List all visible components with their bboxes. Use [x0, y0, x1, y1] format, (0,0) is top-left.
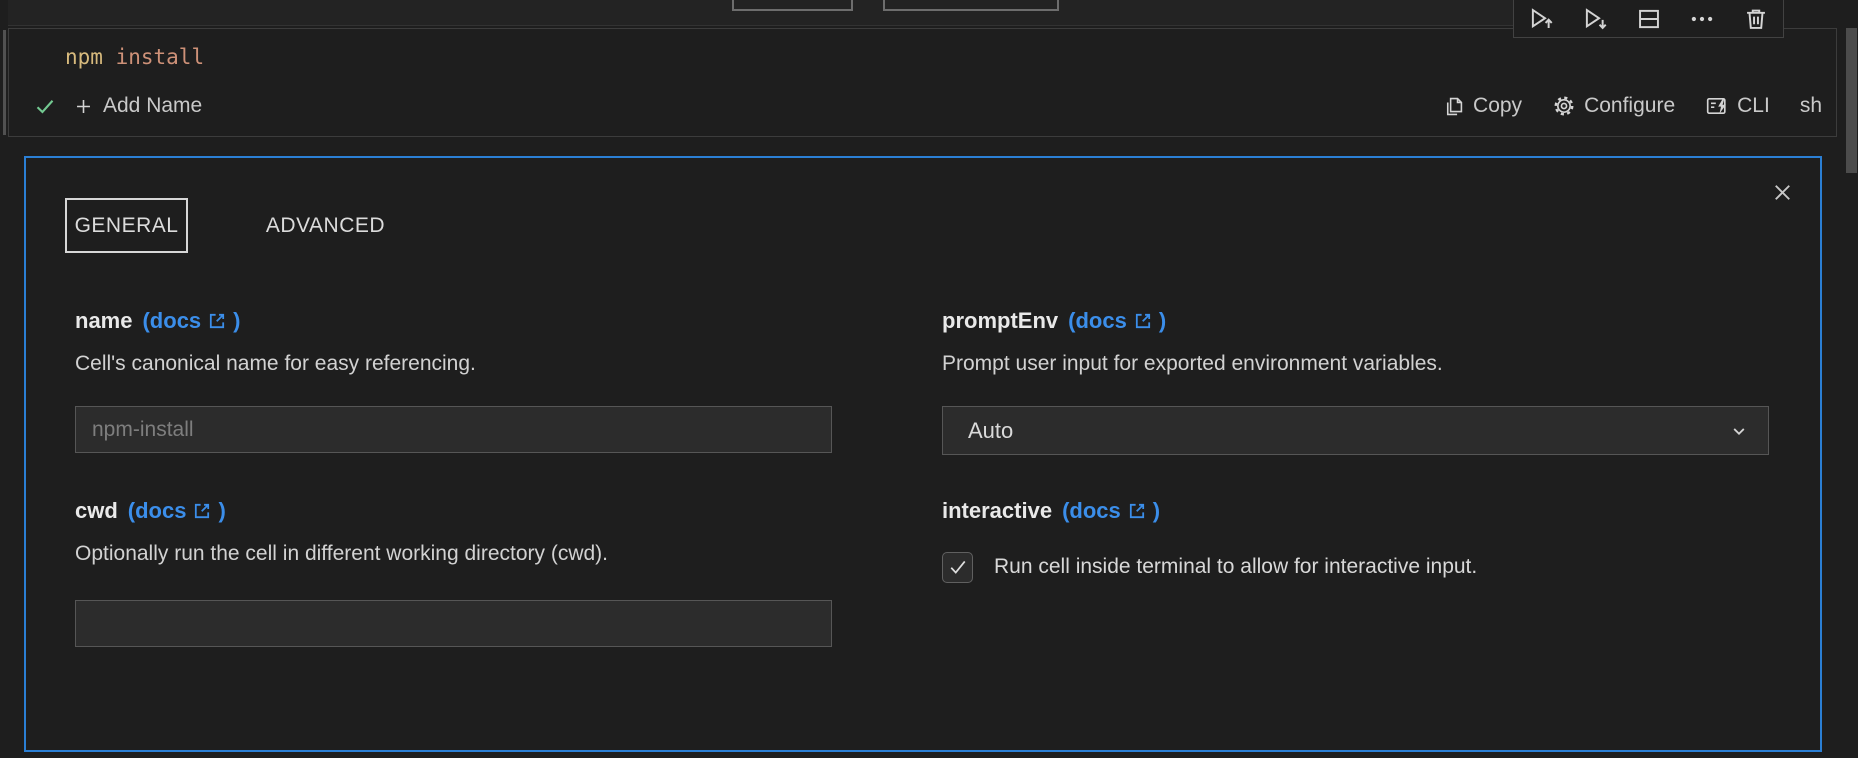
docs-link[interactable]: (docs )	[142, 308, 240, 334]
more-actions-icon	[1689, 6, 1715, 32]
run-below-icon	[1582, 6, 1608, 32]
plus-icon	[72, 95, 95, 118]
notebook-cell: npm install Add Name Copy	[8, 28, 1837, 137]
cell-focus-bar	[3, 30, 6, 135]
code-token: install	[103, 45, 204, 69]
language-label: sh	[1800, 94, 1822, 118]
field-label-cwd: cwd (docs )	[75, 498, 226, 524]
field-label-promptenv: promptEnv (docs )	[942, 308, 1166, 334]
previous-cell-strip	[8, 0, 1513, 26]
docs-link-text: (docs	[128, 498, 187, 524]
name-input[interactable]	[75, 406, 832, 453]
split-cell-button[interactable]	[1635, 5, 1663, 33]
language-badge[interactable]: sh	[1800, 94, 1822, 118]
configure-label: Configure	[1584, 94, 1675, 118]
cutoff-button[interactable]	[732, 0, 853, 11]
more-actions-button[interactable]	[1688, 5, 1716, 33]
field-name: promptEnv	[942, 308, 1058, 334]
field-description: Cell's canonical name for easy referenci…	[75, 352, 476, 376]
external-link-icon	[206, 310, 228, 332]
run-above-button[interactable]	[1527, 5, 1555, 33]
tab-label: ADVANCED	[266, 214, 385, 238]
configure-button[interactable]: Configure	[1552, 94, 1675, 118]
field-description: Prompt user input for exported environme…	[942, 352, 1443, 376]
docs-link[interactable]: (docs )	[1068, 308, 1166, 334]
add-name-button[interactable]: Add Name	[72, 94, 202, 118]
split-cell-icon	[1636, 6, 1662, 32]
notebook-screen: npm install Add Name Copy	[0, 0, 1858, 758]
docs-link-text: (docs	[1068, 308, 1127, 334]
docs-link-text: (docs	[1062, 498, 1121, 524]
interactive-row: Run cell inside terminal to allow for in…	[942, 550, 1477, 584]
close-icon	[1769, 179, 1796, 206]
docs-link-text: )	[218, 498, 225, 524]
code-editor[interactable]: npm install	[65, 45, 204, 69]
field-name: interactive	[942, 498, 1052, 524]
field-name: name	[75, 308, 132, 334]
docs-link-text: )	[233, 308, 240, 334]
cli-icon	[1705, 94, 1729, 118]
docs-link-text: )	[1153, 498, 1160, 524]
code-token: npm	[65, 45, 103, 69]
chevron-down-icon	[1728, 420, 1750, 442]
close-button[interactable]	[1768, 178, 1796, 206]
delete-cell-button[interactable]	[1742, 5, 1770, 33]
cell-status-bar: Add Name Copy Configure	[33, 85, 1822, 127]
add-name-label: Add Name	[103, 94, 202, 118]
tab-label: GENERAL	[75, 214, 179, 238]
cli-label: CLI	[1737, 94, 1770, 118]
field-name: cwd	[75, 498, 118, 524]
cell-configure-dialog: GENERAL ADVANCED name (docs ) Cell's can…	[24, 156, 1822, 752]
gear-icon	[1552, 94, 1576, 118]
copy-label: Copy	[1473, 94, 1522, 118]
copy-icon	[1442, 95, 1465, 118]
docs-link-text: (docs	[142, 308, 201, 334]
checkbox-check-icon	[946, 555, 970, 579]
interactive-label: Run cell inside terminal to allow for in…	[994, 555, 1477, 579]
run-below-button[interactable]	[1581, 5, 1609, 33]
tab-advanced[interactable]: ADVANCED	[253, 198, 398, 253]
cli-button[interactable]: CLI	[1705, 94, 1770, 118]
promptenv-select[interactable]: Auto	[942, 406, 1769, 455]
cell-toolbar	[1513, 0, 1784, 38]
external-link-icon	[1126, 500, 1148, 522]
external-link-icon	[1132, 310, 1154, 332]
editor-scrollbar-thumb[interactable]	[1846, 28, 1857, 173]
external-link-icon	[191, 500, 213, 522]
cutoff-button[interactable]	[883, 0, 1059, 11]
delete-cell-icon	[1743, 6, 1769, 32]
select-value: Auto	[968, 418, 1013, 444]
cwd-input[interactable]	[75, 600, 832, 647]
field-label-interactive: interactive (docs )	[942, 498, 1160, 524]
copy-button[interactable]: Copy	[1442, 94, 1522, 118]
docs-link[interactable]: (docs )	[128, 498, 226, 524]
interactive-checkbox[interactable]	[942, 552, 973, 583]
field-description: Optionally run the cell in different wor…	[75, 542, 608, 566]
success-check-icon	[33, 94, 57, 118]
docs-link-text: )	[1159, 308, 1166, 334]
tab-general[interactable]: GENERAL	[65, 198, 188, 253]
field-label-name: name (docs )	[75, 308, 241, 334]
docs-link[interactable]: (docs )	[1062, 498, 1160, 524]
run-above-icon	[1528, 6, 1554, 32]
